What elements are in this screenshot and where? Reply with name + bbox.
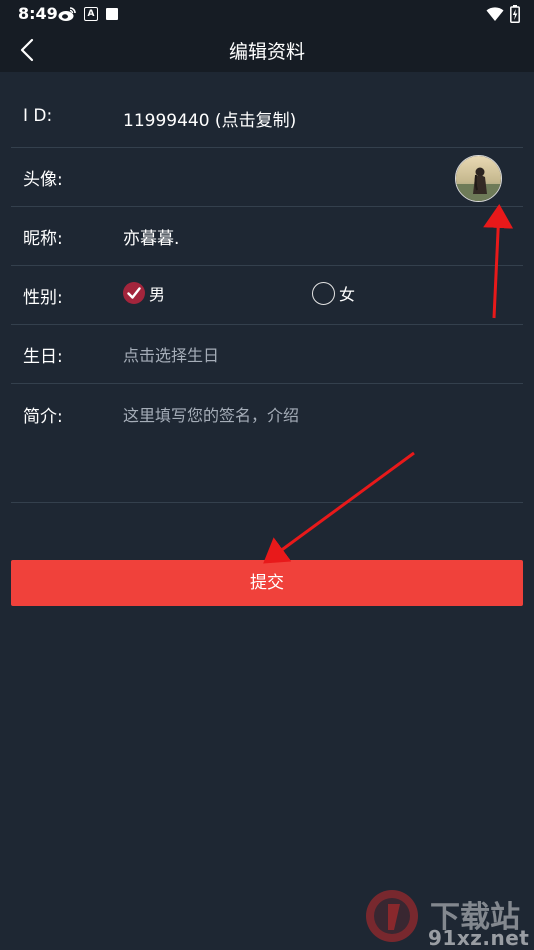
filled-square-icon [106, 8, 118, 20]
avatar-image [456, 156, 501, 201]
radio-checked-icon [123, 282, 145, 304]
gender-female-label: 女 [339, 285, 356, 304]
gender-male-label: 男 [149, 285, 166, 304]
checkmark-icon [127, 287, 141, 299]
status-time: 8:49 [18, 4, 58, 23]
title-bar: 编辑资料 [0, 28, 534, 72]
id-label: I D: [23, 106, 53, 126]
gender-option-female[interactable]: 女 [312, 281, 355, 305]
avatar-row[interactable]: 头像: [11, 147, 523, 207]
birthday-label: 生日: [23, 347, 63, 367]
avatar-label: 头像: [23, 170, 63, 190]
id-value[interactable]: 11999440 (点击复制) [123, 106, 296, 131]
nickname-row[interactable]: 昵称: 亦暮暮. [11, 206, 523, 266]
weibo-icon [58, 7, 76, 21]
status-bar: 8:49 A [0, 0, 534, 28]
gender-label: 性别: [23, 288, 63, 308]
gender-option-male[interactable]: 男 [123, 281, 165, 305]
birthday-row[interactable]: 生日: 点击选择生日 [11, 324, 523, 384]
avatar[interactable] [455, 155, 502, 202]
battery-charging-icon [510, 5, 520, 23]
status-icons-left: A [58, 6, 118, 22]
id-row[interactable]: I D: 11999440 (点击复制) [11, 88, 523, 148]
watermark-url: 91xz.net [428, 926, 530, 950]
intro-row: 简介: 这里填写您的签名，介绍 [11, 384, 523, 503]
intro-label: 简介: [23, 407, 63, 427]
intro-field[interactable]: 这里填写您的签名，介绍 [123, 402, 299, 426]
gender-row: 性别: 男 女 [11, 265, 523, 325]
nickname-label: 昵称: [23, 229, 63, 249]
wifi-icon [486, 7, 504, 21]
submit-button[interactable]: 提交 [11, 560, 523, 606]
radio-unchecked-icon [312, 281, 335, 305]
birthday-field[interactable]: 点击选择生日 [123, 342, 219, 366]
page-title: 编辑资料 [228, 41, 305, 63]
nickname-value[interactable]: 亦暮暮. [123, 224, 179, 249]
a-square-icon: A [84, 7, 98, 21]
status-icons-right [486, 5, 520, 23]
